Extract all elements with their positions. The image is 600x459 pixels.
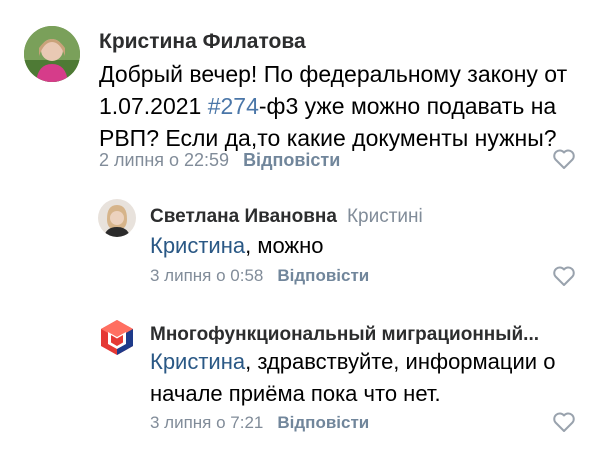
author-avatar[interactable] xyxy=(98,318,136,356)
reply-button[interactable]: Відповісти xyxy=(277,413,369,432)
comment-text: Кристина, здравствуйте, информации о нач… xyxy=(150,346,580,410)
mention-link[interactable]: Кристина xyxy=(150,349,245,374)
comment-3: Многофункциональный миграционный... Крис… xyxy=(0,0,600,459)
comment-meta: 3 липня о 7:21 Відповісти xyxy=(150,413,369,433)
community-logo-avatar xyxy=(101,320,133,355)
author-name[interactable]: Многофункциональный миграционный... xyxy=(150,324,539,346)
comment-date[interactable]: 3 липня о 7:21 xyxy=(150,413,263,432)
heart-outline-icon[interactable] xyxy=(552,411,576,433)
